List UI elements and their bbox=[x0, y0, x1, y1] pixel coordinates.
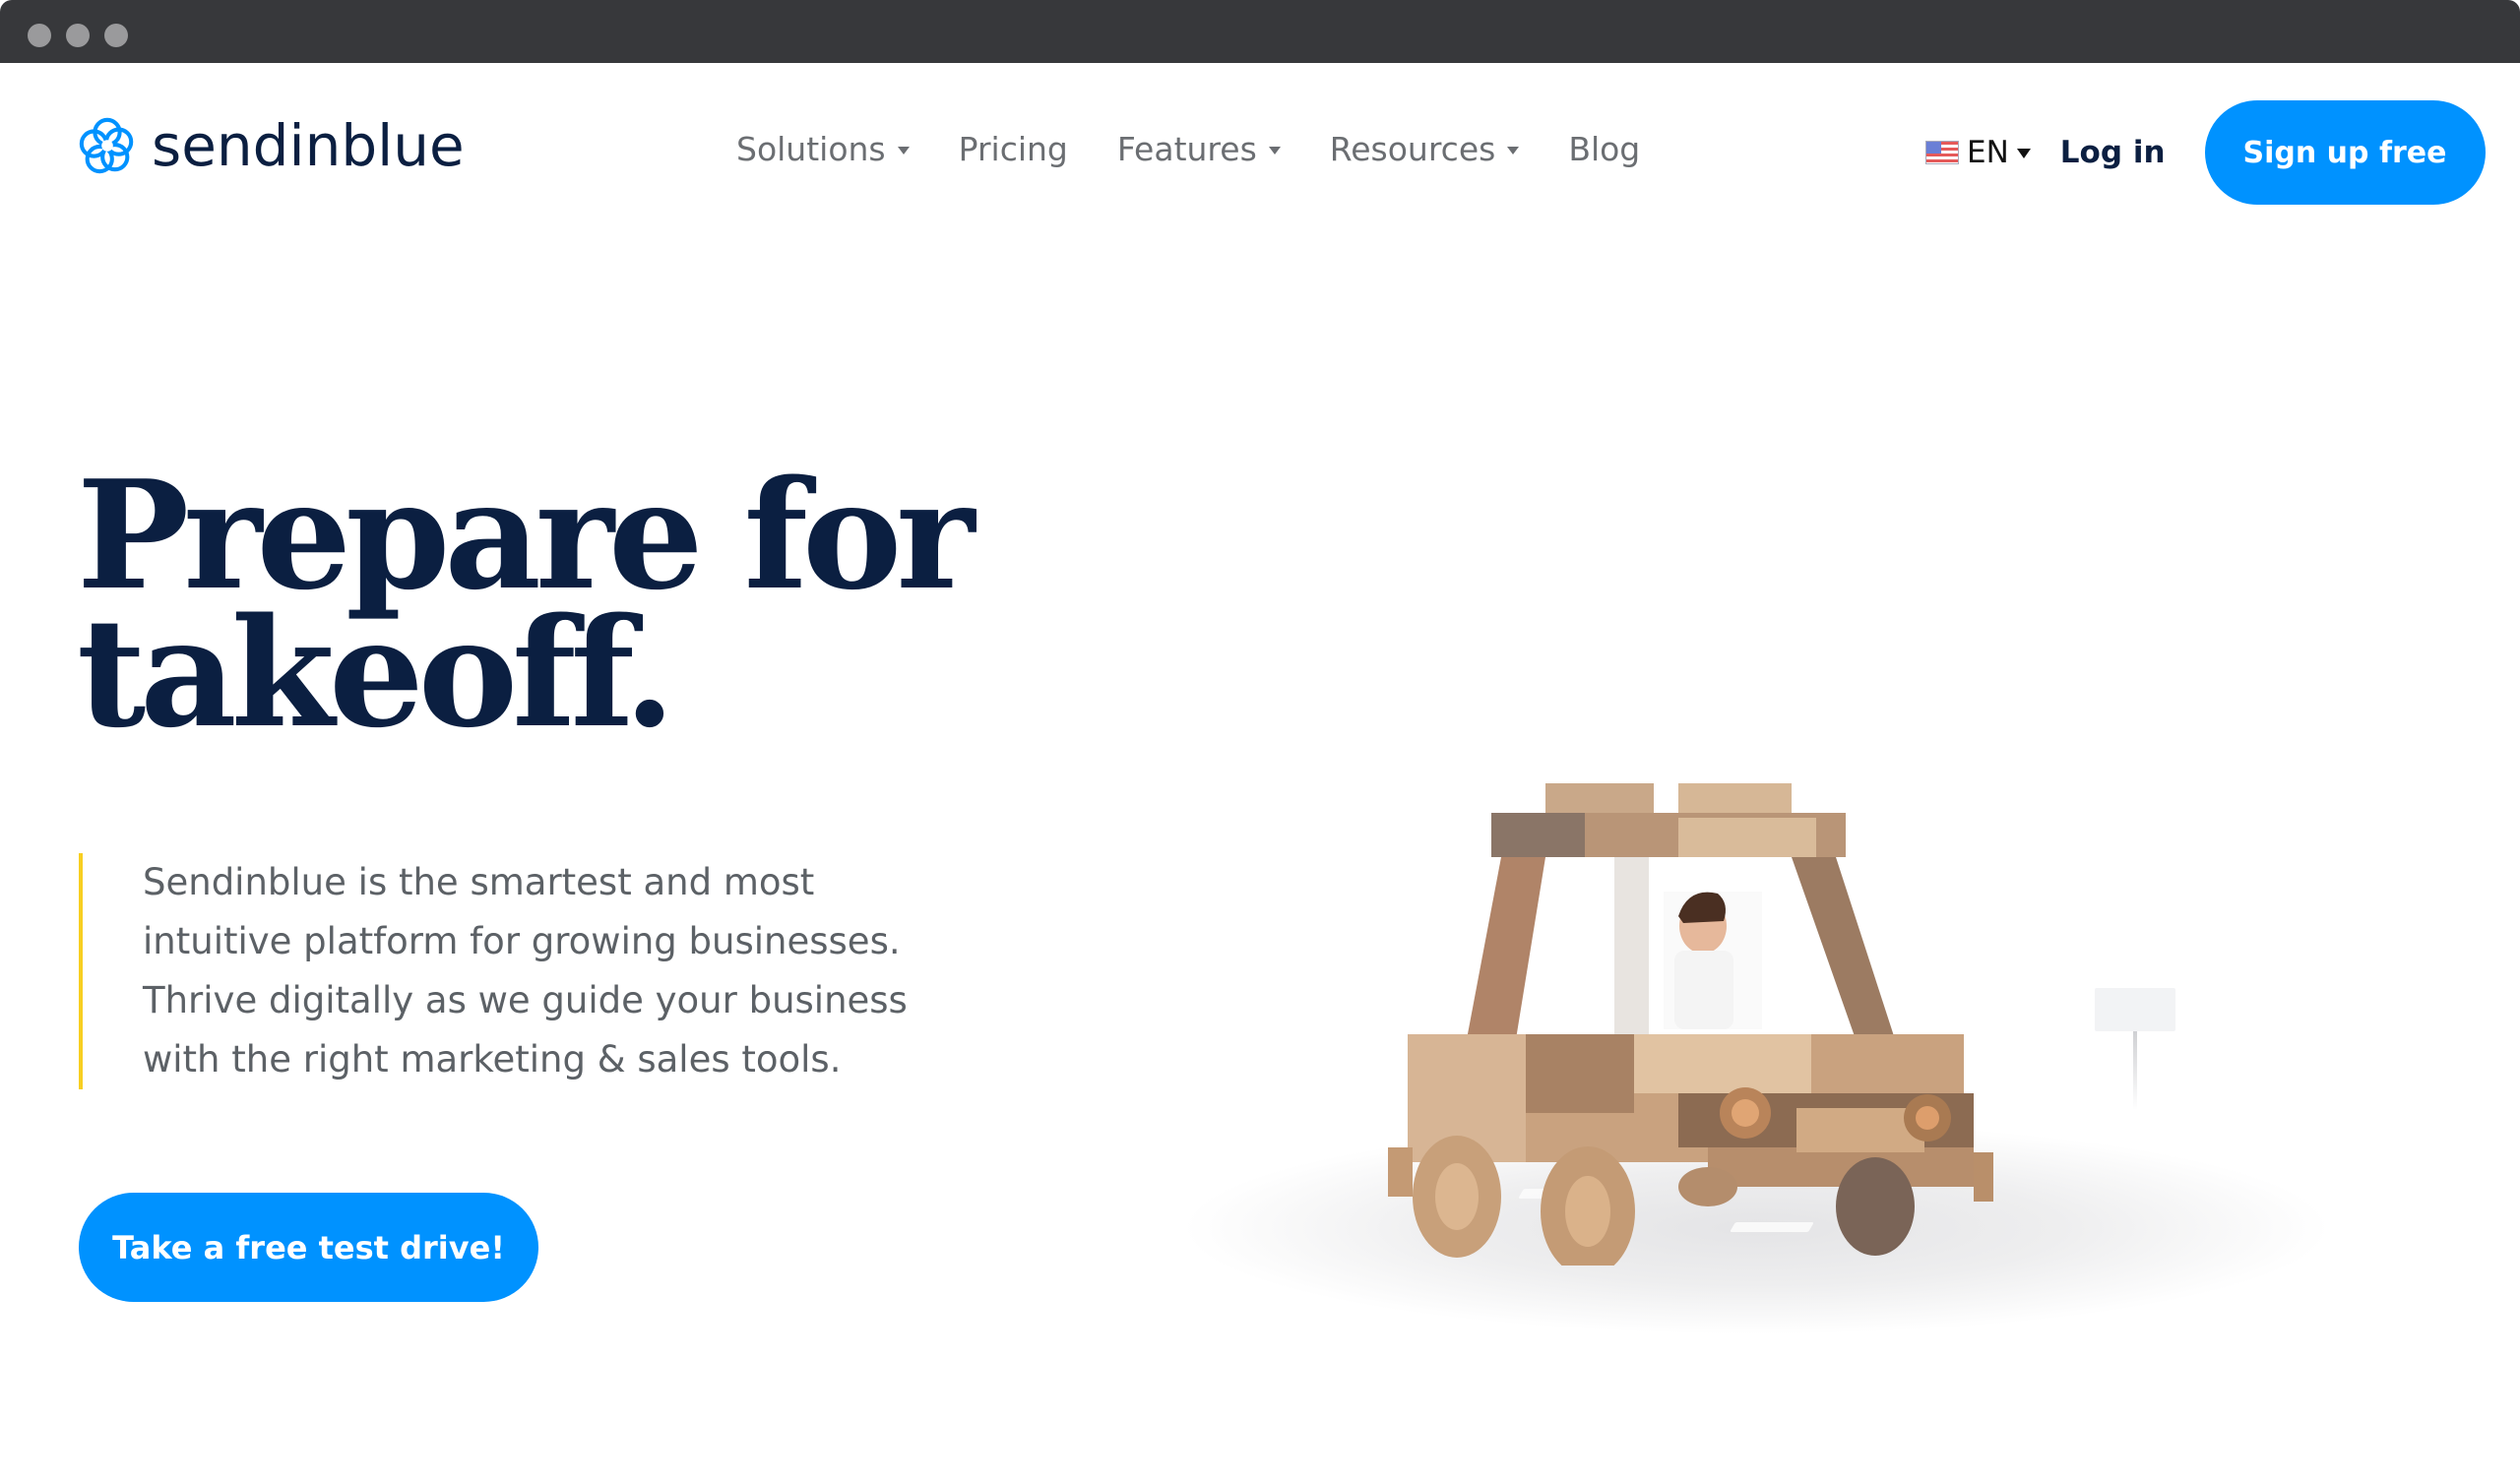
nav-solutions[interactable]: Solutions bbox=[736, 130, 910, 168]
nav-blog[interactable]: Blog bbox=[1568, 130, 1640, 168]
nav-blog-label: Blog bbox=[1568, 130, 1641, 168]
header-actions: EN Log in Sign up free bbox=[1920, 100, 2486, 205]
sendinblue-spiral-icon bbox=[79, 117, 134, 174]
caret-down-icon bbox=[2016, 149, 2031, 158]
hero-title-line-2: takeoff. bbox=[77, 585, 675, 761]
nav-features[interactable]: Features bbox=[1117, 130, 1281, 168]
hero-description-line: Sendinblue is the smartest and most bbox=[143, 861, 815, 903]
hero-description: Sendinblue is the smartest and most intu… bbox=[79, 853, 1029, 1089]
language-selector[interactable]: EN bbox=[1925, 135, 2031, 170]
page: sendinblue Solutions Pricing Features Re… bbox=[0, 63, 2520, 1482]
caret-down-icon bbox=[1507, 146, 1520, 154]
signup-button[interactable]: Sign up free bbox=[2204, 100, 2486, 205]
nav-resources-label: Resources bbox=[1329, 130, 1496, 168]
window-maximize-button[interactable] bbox=[104, 24, 128, 47]
language-code: EN bbox=[1967, 135, 2009, 170]
caret-down-icon bbox=[897, 146, 910, 154]
caret-down-icon bbox=[1268, 146, 1281, 154]
login-link[interactable]: Log in bbox=[2060, 135, 2166, 170]
road-sign-post bbox=[2133, 1031, 2137, 1110]
nav-pricing[interactable]: Pricing bbox=[959, 130, 1068, 168]
window-minimize-button[interactable] bbox=[66, 24, 90, 47]
nav-solutions-label: Solutions bbox=[736, 130, 886, 168]
hero-description-line: Thrive digitally as we guide your busine… bbox=[143, 979, 908, 1021]
logo-text: sendinblue bbox=[152, 112, 465, 179]
us-flag-icon bbox=[1925, 141, 1959, 164]
browser-titlebar bbox=[0, 0, 2520, 63]
hero-description-line: intuitive platform for growing businesse… bbox=[143, 920, 901, 962]
nav-pricing-label: Pricing bbox=[958, 130, 1068, 168]
test-drive-button[interactable]: Take a free test drive! bbox=[79, 1193, 538, 1302]
nav-resources[interactable]: Resources bbox=[1330, 130, 1520, 168]
main-nav: Solutions Pricing Features Resources Blo… bbox=[736, 130, 1640, 168]
window-close-button[interactable] bbox=[28, 24, 51, 47]
wooden-car-illustration bbox=[1388, 783, 1993, 1266]
road-sign bbox=[2095, 988, 2175, 1031]
nav-features-label: Features bbox=[1116, 130, 1257, 168]
logo-link[interactable]: sendinblue bbox=[77, 114, 465, 177]
hero-description-line: with the right marketing & sales tools. bbox=[143, 1038, 842, 1081]
hero-title: Prepare for takeoff. bbox=[77, 461, 975, 748]
